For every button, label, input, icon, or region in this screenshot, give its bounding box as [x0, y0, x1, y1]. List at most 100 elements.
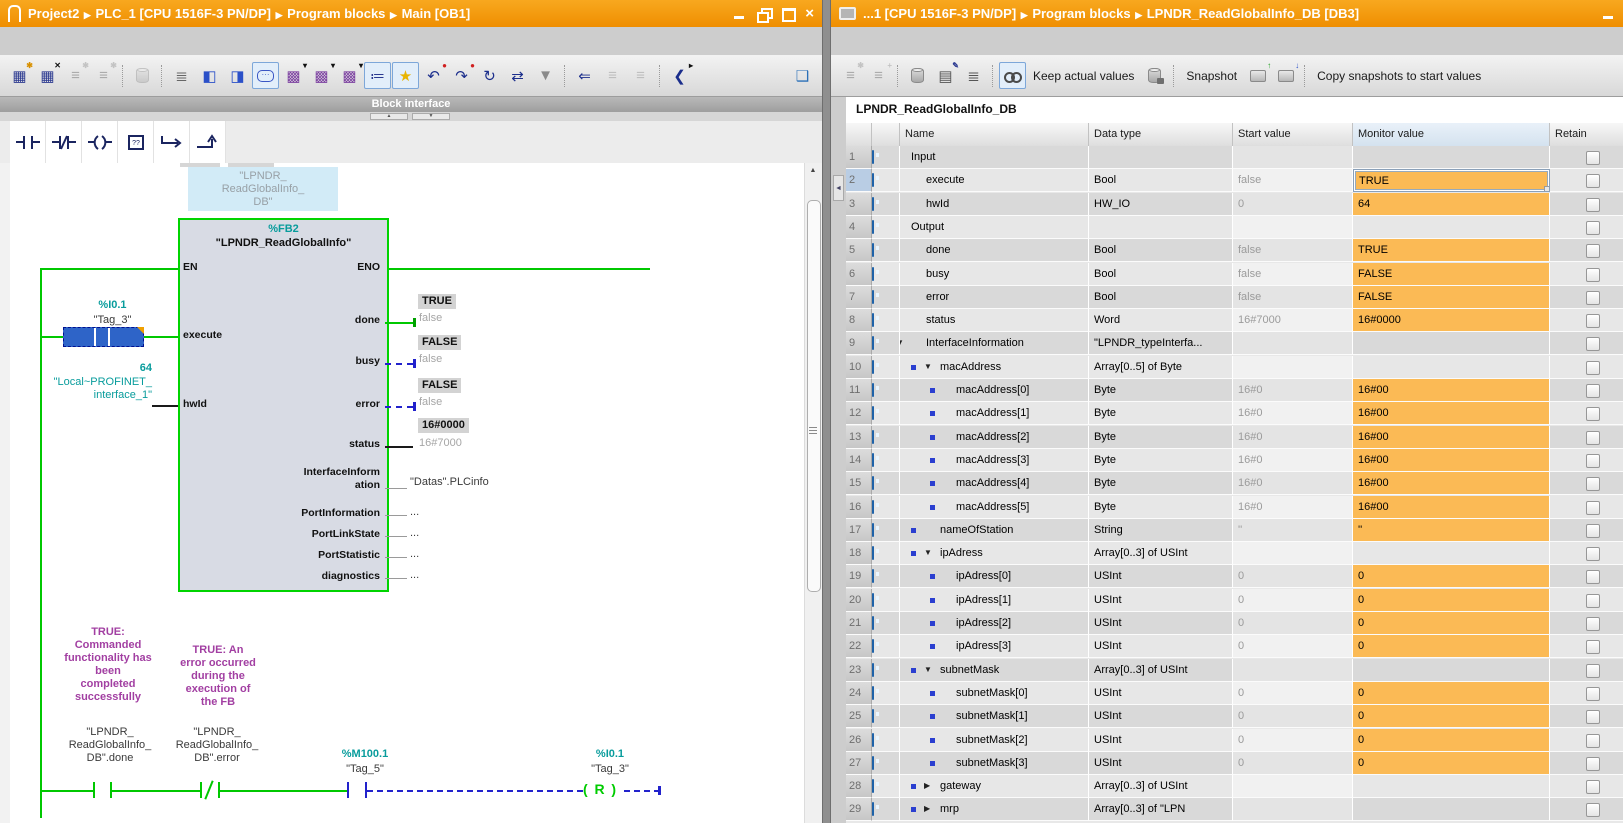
expand-all-networks-icon[interactable]: ◧	[196, 62, 223, 89]
favorites-toggle-icon[interactable]: ★	[392, 62, 419, 89]
network-comments-toggle-icon[interactable]: ···	[252, 62, 279, 89]
row-number[interactable]: 22	[846, 635, 872, 658]
hwid-operand-value[interactable]: 64	[40, 362, 152, 375]
row-number[interactable]: 17	[846, 519, 872, 542]
name-cell[interactable]: done	[900, 239, 1089, 262]
name-cell[interactable]: macAddress[4]	[900, 472, 1089, 495]
name-cell[interactable]: ▼subnetMask	[900, 659, 1089, 682]
table-row[interactable]: 24subnetMask[0]USInt00	[846, 682, 1623, 705]
retain-checkbox[interactable]	[1586, 151, 1600, 165]
startvalue-cell[interactable]: 0	[1233, 635, 1353, 658]
row-number[interactable]: 6	[846, 263, 872, 286]
scroll-up-icon[interactable]: ▲	[807, 165, 819, 177]
close-icon[interactable]: ×	[805, 8, 814, 20]
table-row[interactable]: 20ipAdress[1]USInt00	[846, 589, 1623, 612]
monitorvalue-cell[interactable]	[1353, 146, 1550, 169]
row-number[interactable]: 25	[846, 705, 872, 728]
done-operand[interactable]: false	[419, 312, 442, 325]
header-datatype[interactable]: Data type	[1089, 123, 1233, 146]
name-cell[interactable]: error	[900, 286, 1089, 309]
portinfo-operand[interactable]: ...	[410, 506, 440, 519]
table-row[interactable]: 4▼Output	[846, 216, 1623, 239]
table-row[interactable]: 19ipAdress[0]USInt00	[846, 565, 1623, 588]
startvalue-cell[interactable]: 0	[1233, 589, 1353, 612]
row-number[interactable]: 24	[846, 682, 872, 705]
scrollbar-thumb[interactable]	[807, 200, 821, 592]
splitter-up-button[interactable]: ▲	[370, 113, 408, 120]
reset-coil[interactable]: ( R )	[583, 781, 618, 797]
retain-checkbox[interactable]	[1586, 291, 1600, 305]
row-number[interactable]: 11	[846, 379, 872, 402]
startvalue-cell[interactable]	[1233, 332, 1353, 355]
row-number[interactable]: 16	[846, 496, 872, 519]
table-row[interactable]: 11macAddress[0]Byte16#016#00	[846, 379, 1623, 402]
minimize-icon[interactable]	[733, 8, 747, 20]
retain-checkbox[interactable]	[1586, 384, 1600, 398]
coil-address[interactable]: %I0.1	[555, 748, 665, 761]
datatype-cell[interactable]: USInt	[1089, 589, 1233, 612]
monitorvalue-cell[interactable]	[1353, 216, 1550, 239]
left-titlebar[interactable]: Project2 ▶ PLC_1 [CPU 1516F-3 PN/DP] ▶ P…	[0, 0, 822, 27]
table-row[interactable]: 13macAddress[2]Byte16#016#00	[846, 426, 1623, 449]
datatype-cell[interactable]	[1089, 146, 1233, 169]
retain-checkbox[interactable]	[1586, 361, 1600, 375]
name-cell[interactable]: ▼macAddress	[900, 356, 1089, 379]
status-operand[interactable]: 16#7000	[419, 437, 462, 450]
network-overview-icon[interactable]: ≣	[168, 62, 195, 89]
name-cell[interactable]: subnetMask[1]	[900, 705, 1089, 728]
startvalue-cell[interactable]	[1233, 659, 1353, 682]
monitorvalue-cell[interactable]	[1353, 775, 1550, 798]
datatype-cell[interactable]: Byte	[1089, 426, 1233, 449]
table-row[interactable]: 9▼InterfaceInformation"LPNDR_typeInterfa…	[846, 332, 1623, 355]
monitorvalue-cell[interactable]: FALSE	[1353, 286, 1550, 309]
row-number[interactable]: 3	[846, 193, 872, 216]
expand-members-icon[interactable]: ≣	[960, 62, 987, 89]
startvalue-cell[interactable]: 0	[1233, 752, 1353, 775]
monitorvalue-cell[interactable]: 16#0000	[1353, 309, 1550, 332]
no-contact-selected[interactable]	[63, 327, 144, 347]
datatype-cell[interactable]: Byte	[1089, 449, 1233, 472]
startvalue-cell[interactable]: 0	[1233, 612, 1353, 635]
table-row[interactable]: 7errorBoolfalseFALSE	[846, 286, 1623, 309]
table-row[interactable]: 22ipAdress[3]USInt00	[846, 635, 1623, 658]
name-cell[interactable]: ipAdress[0]	[900, 565, 1089, 588]
retain-checkbox[interactable]	[1586, 594, 1600, 608]
row-number[interactable]: 23	[846, 659, 872, 682]
monitorvalue-cell[interactable]: TRUE	[1353, 239, 1550, 262]
retain-checkbox[interactable]	[1586, 664, 1600, 678]
datatype-cell[interactable]: Array[0..3] of USInt	[1089, 775, 1233, 798]
retain-checkbox[interactable]	[1586, 640, 1600, 654]
monitorvalue-cell[interactable]: 16#00	[1353, 472, 1550, 495]
table-row[interactable]: 17nameOfStationString''''	[846, 519, 1623, 542]
name-cell[interactable]: status	[900, 309, 1089, 332]
pin-portstatistic[interactable]: PortStatistic	[260, 549, 380, 561]
startvalue-cell[interactable]	[1233, 775, 1353, 798]
pin-interfaceinformation[interactable]: InterfaceInform	[260, 466, 380, 478]
retain-checkbox[interactable]	[1586, 524, 1600, 538]
pin-done[interactable]: done	[260, 314, 380, 326]
startvalue-cell[interactable]: false	[1233, 239, 1353, 262]
startvalue-cell[interactable]: false	[1233, 169, 1353, 192]
datatype-cell[interactable]: Byte	[1089, 379, 1233, 402]
name-cell[interactable]: ▼InterfaceInformation	[900, 332, 1089, 355]
name-cell[interactable]: ▶mrp	[900, 798, 1089, 821]
row-number[interactable]: 4	[846, 216, 872, 239]
monitorvalue-cell[interactable]: 0	[1353, 752, 1550, 775]
previous-error-icon[interactable]: ↶●	[420, 62, 447, 89]
network-elements-dropdown-icon[interactable]: ▩▾	[336, 62, 363, 89]
retain-checkbox[interactable]	[1586, 221, 1600, 235]
table-row[interactable]: 10▼macAddressArray[0..5] of Byte	[846, 356, 1623, 379]
monitorvalue-cell[interactable]: 16#00	[1353, 496, 1550, 519]
table-row[interactable]: 16macAddress[5]Byte16#016#00	[846, 496, 1623, 519]
name-cell[interactable]: ipAdress[3]	[900, 635, 1089, 658]
startvalue-cell[interactable]: 16#0	[1233, 426, 1353, 449]
row-number[interactable]: 9	[846, 332, 872, 355]
favorite-branch-open-icon[interactable]	[154, 121, 190, 163]
collapse-icon[interactable]: ▼	[924, 659, 932, 681]
datatype-cell[interactable]: USInt	[1089, 729, 1233, 752]
header-name[interactable]: Name	[900, 123, 1089, 146]
monitorvalue-cell[interactable]: 0	[1353, 612, 1550, 635]
update-block-calls-icon[interactable]: ↻	[476, 62, 503, 89]
datatype-cell[interactable]: Word	[1089, 309, 1233, 332]
collapse-icon[interactable]: ▼	[924, 542, 932, 564]
